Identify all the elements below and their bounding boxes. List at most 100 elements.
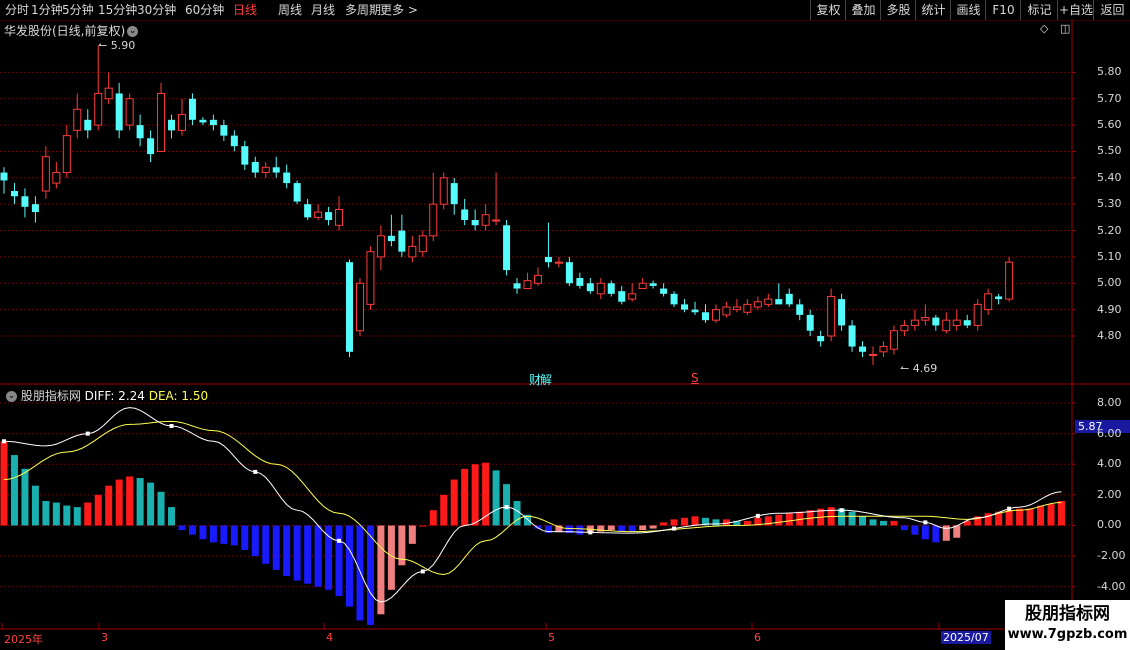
macd-bar [293, 525, 301, 581]
toolbar-button[interactable]: 返回 [1093, 0, 1130, 20]
candle-body-down [859, 346, 867, 352]
period-tab[interactable]: 15分钟 [98, 2, 137, 18]
toolbar-button[interactable]: 多股 [880, 0, 916, 20]
candle-body-down [513, 283, 521, 289]
candle-body-down [272, 167, 280, 173]
macd-bar [314, 525, 322, 587]
period-tab[interactable]: 周线 [278, 2, 302, 18]
candle-body-down [168, 119, 176, 131]
period-tab[interactable]: 日线 [233, 2, 257, 18]
candle-body-up [408, 245, 417, 258]
period-tab[interactable]: 多周期 [345, 2, 381, 18]
window-toggle-icon[interactable]: ◫ [1060, 22, 1070, 35]
period-tab[interactable]: 分时 [5, 2, 29, 18]
macd-bar [1016, 508, 1024, 526]
indicator-tick-label: 8.00 [1097, 396, 1122, 409]
macd-bar [911, 525, 919, 535]
diff-marker [85, 431, 90, 436]
candle-body-down [230, 135, 238, 147]
stock-title[interactable]: 华发股份(日线,前复权) ⌄ [4, 22, 139, 39]
chevron-down-icon[interactable]: ⌄ [127, 26, 139, 37]
diff-marker [337, 538, 342, 543]
macd-bar [429, 510, 437, 526]
period-tab[interactable]: 60分钟 [185, 2, 224, 18]
candle-body-up [314, 211, 323, 218]
candle-body-down [84, 119, 92, 131]
candle-body-up [1005, 261, 1014, 300]
macd-bar [649, 525, 657, 529]
indicator-title[interactable]: ⌄ 股朋指标网 DIFF: 2.24 DEA: 1.50 [4, 387, 208, 404]
toolbar-button[interactable]: 标记 [1020, 0, 1058, 20]
candle-body-down [346, 262, 354, 352]
period-tab[interactable]: 更多 > [380, 2, 418, 18]
toolbar-button[interactable]: 叠加 [845, 0, 881, 20]
diff-marker [504, 505, 509, 510]
date-tick-label: 6 [754, 631, 761, 644]
diff-marker [420, 569, 425, 574]
macd-bar [209, 525, 217, 543]
candle-body-down [325, 212, 333, 220]
indicator-tick-label: 4.00 [1097, 457, 1122, 471]
toolbar-button[interactable]: 复权 [810, 0, 846, 20]
candle-body-up [429, 203, 438, 237]
candle-body-down [817, 336, 825, 342]
candle-body-up [722, 306, 731, 316]
chevron-down-icon[interactable]: ⌄ [6, 391, 17, 402]
date-tick-label: 2025年 [4, 633, 43, 646]
macd-bar [408, 525, 416, 544]
toolbar-button[interactable]: F10 [985, 0, 1021, 20]
candle-body-up [827, 295, 836, 337]
toolbar-button[interactable]: +自选 [1057, 0, 1094, 20]
candle-body-up [52, 172, 61, 184]
candle-body-down [618, 291, 626, 302]
price-tick-label: 5.80 [1097, 65, 1122, 79]
candle-body-down [660, 288, 668, 294]
macd-bar [31, 485, 39, 526]
toolbar-button[interactable]: 统计 [915, 0, 951, 20]
candle-body-up [177, 114, 186, 131]
candle-body-down [450, 183, 458, 205]
date-tick-label: 2025/07 [941, 631, 991, 644]
diamond-icon[interactable]: ◇ [1040, 22, 1048, 35]
candle-body-down [115, 93, 123, 131]
diff-marker [923, 520, 928, 525]
diff-marker [588, 530, 593, 535]
macd-bar [1005, 510, 1013, 526]
candle-body-down [995, 296, 1003, 300]
macd-bar [440, 494, 448, 526]
candle-body-up [942, 319, 951, 332]
candle-body-down [31, 204, 39, 213]
period-tab[interactable]: 1分钟 [31, 2, 63, 18]
toolbar-button[interactable]: 画线 [950, 0, 986, 20]
candle-body-down [701, 312, 709, 321]
candle-body-up [638, 282, 647, 290]
macd-bar [1057, 500, 1065, 526]
period-tab[interactable]: 30分钟 [137, 2, 176, 18]
period-tab[interactable]: 月线 [311, 2, 335, 18]
price-tick-label: 5.70 [1097, 91, 1122, 105]
macd-bar [115, 479, 123, 526]
candle-body-up [869, 353, 878, 356]
macd-bar [199, 525, 207, 540]
candle-body-down [963, 320, 971, 326]
event-marker-unlock[interactable]: 解 [540, 371, 552, 388]
candle-body-up [439, 177, 448, 205]
macd-bar [126, 476, 134, 526]
candle-body-up [355, 282, 364, 332]
macd-bar [84, 502, 92, 526]
price-tick-label: 5.50 [1097, 144, 1122, 158]
macd-bar [283, 525, 291, 577]
indicator-tick-label: 6.00 [1097, 426, 1122, 440]
macd-bar [42, 500, 50, 526]
low-price-label: ↼ 4.69 [900, 362, 938, 375]
diff-value: DIFF: 2.24 [84, 389, 145, 403]
price-tick-label: 5.20 [1097, 223, 1122, 237]
candle-body-down [607, 283, 615, 294]
price-tick-label: 5.40 [1097, 170, 1122, 184]
candle-body-up [73, 108, 82, 131]
indicator-tick-label: -2.00 [1097, 549, 1126, 563]
candle-body-up [596, 282, 605, 295]
event-marker-s[interactable]: S [691, 371, 699, 385]
period-tab[interactable]: 5分钟 [62, 2, 94, 18]
macd-bar [73, 507, 81, 526]
